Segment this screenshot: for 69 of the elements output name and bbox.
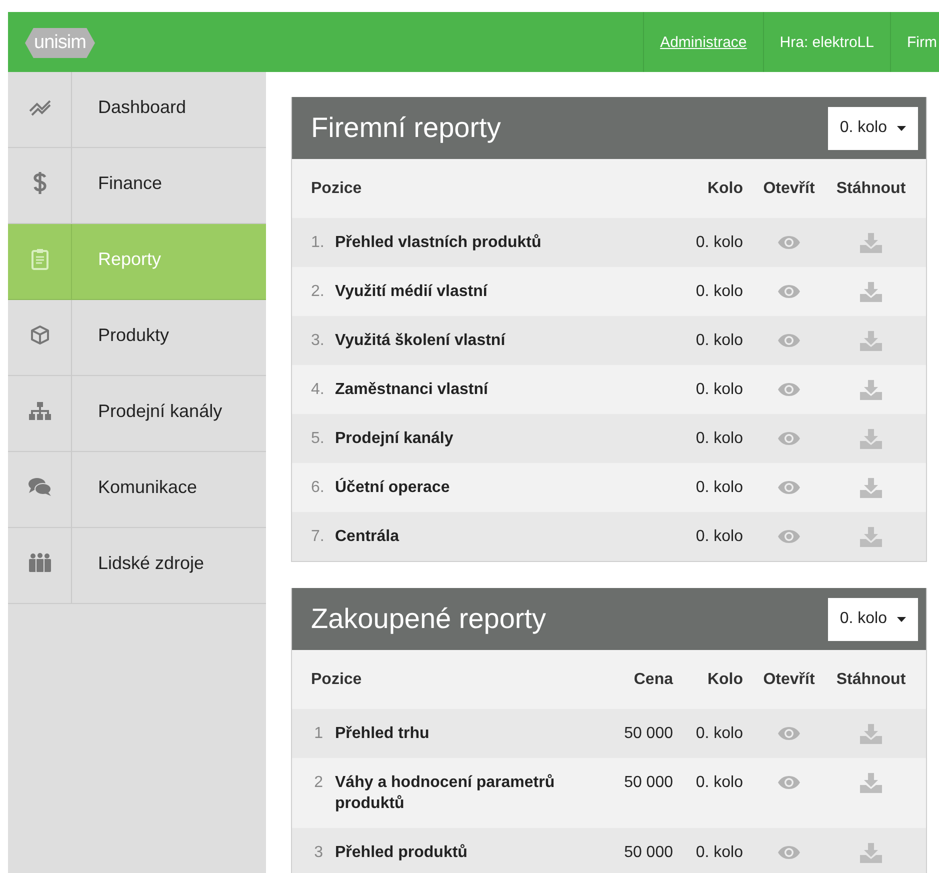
download-icon[interactable] [859, 478, 883, 498]
round-cell: 0. kolo [673, 709, 743, 758]
report-name: Přehled trhu [335, 709, 593, 758]
download-icon[interactable] [859, 232, 883, 252]
chat-bubbles-icon [28, 476, 52, 496]
eye-icon[interactable] [777, 284, 801, 299]
sidebar-item[interactable]: Prodejní kanály [8, 376, 266, 452]
download-icon[interactable] [859, 428, 883, 448]
round-cell: 0. kolo [673, 414, 743, 463]
eye-icon[interactable] [777, 529, 801, 544]
column-header: Kolo [706, 179, 743, 199]
column-header: Kolo [706, 670, 743, 690]
sitemap-icon [28, 400, 52, 420]
sidebar-item[interactable]: Produkty [8, 300, 266, 376]
eye-icon[interactable] [777, 235, 801, 250]
eye-icon[interactable] [777, 382, 801, 397]
sidebar-item[interactable]: Dashboard [8, 72, 266, 148]
row-number: 5. [292, 414, 335, 463]
column-header: Stáhnout [835, 179, 907, 199]
download-icon[interactable] [859, 772, 883, 792]
download-icon[interactable] [859, 526, 883, 546]
download-icon[interactable] [859, 842, 883, 862]
column-header: Cena [632, 670, 673, 690]
game-label: Hra: elektroLL [762, 12, 890, 72]
panel-title: Zakoupené reporty [311, 603, 546, 635]
column-header: Pozice [311, 670, 363, 690]
row-number: 3 [292, 828, 335, 873]
download-icon[interactable] [859, 282, 883, 302]
download-icon[interactable] [859, 380, 883, 400]
people-icon [28, 552, 52, 572]
round-dropdown[interactable]: 0. kolo [828, 598, 918, 640]
row-number: 7. [292, 512, 335, 561]
column-header: Otevřít [762, 179, 816, 199]
round-cell: 0. kolo [673, 512, 743, 561]
eye-icon[interactable] [777, 480, 801, 495]
cube-icon [30, 324, 50, 344]
eye-icon[interactable] [777, 775, 801, 790]
price-cell: 50 000 [593, 709, 673, 758]
round-cell: 0. kolo [673, 316, 743, 365]
sidebar-item[interactable]: Komunikace [8, 452, 266, 528]
sidebar-item[interactable]: Lidské zdroje [8, 528, 266, 604]
eye-icon[interactable] [777, 845, 801, 860]
caret-icon [897, 616, 906, 622]
report-name: Centrála [335, 512, 673, 561]
eye-icon[interactable] [777, 726, 801, 741]
round-cell: 0. kolo [673, 828, 743, 873]
report-name: Přehled produktů [335, 828, 593, 873]
eye-icon[interactable] [777, 431, 801, 446]
round-cell: 0. kolo [673, 218, 743, 267]
game-label: Firm [890, 12, 939, 72]
caret-icon [897, 126, 906, 130]
download-icon[interactable] [859, 724, 883, 744]
price-cell: 50 000 [593, 828, 673, 873]
report-name: Využitá školení vlastní [335, 316, 673, 365]
report-name: Prodejní kanály [335, 414, 673, 463]
row-number: 1 [292, 709, 335, 758]
row-number: 3. [292, 316, 335, 365]
panel-title: Firemní reporty [311, 112, 501, 144]
report-name: Přehled vlastních produktů [335, 218, 673, 267]
clipboard-icon [30, 248, 48, 270]
column-header: Otevřít [762, 670, 816, 690]
download-icon[interactable] [859, 330, 883, 350]
line-chart-icon [28, 98, 50, 116]
round-dropdown[interactable]: 0. kolo [828, 106, 918, 150]
eye-icon[interactable] [777, 333, 801, 348]
column-header: Stáhnout [835, 670, 907, 690]
row-number: 1. [292, 218, 335, 267]
dollar-icon [32, 170, 46, 194]
column-header: Pozice [311, 179, 363, 199]
